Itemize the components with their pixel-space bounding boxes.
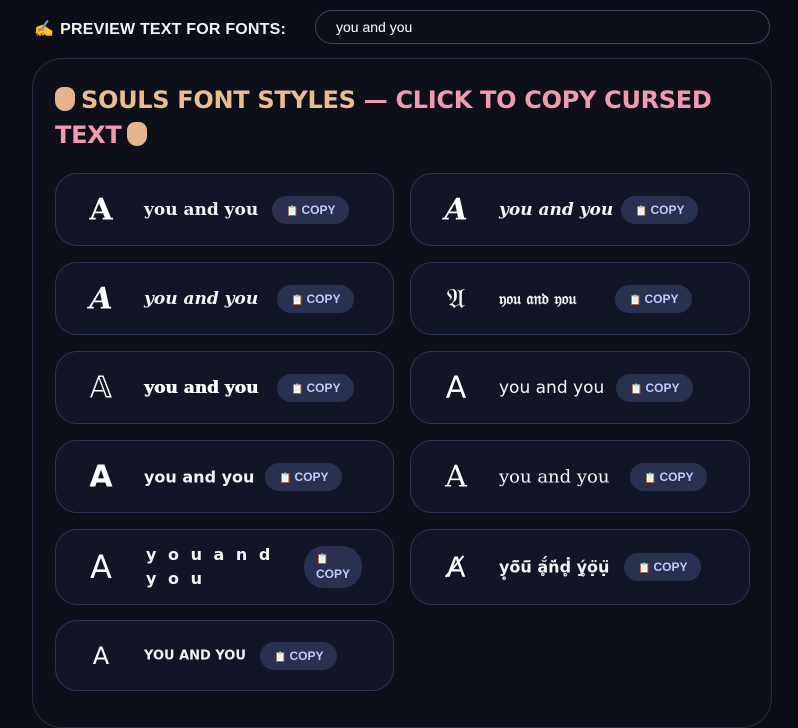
font-preview-glyph: A <box>445 370 467 405</box>
font-card-small-caps[interactable]: A YOU AND YOU 📋 COPY <box>55 620 394 691</box>
clipboard-icon: 📋 <box>630 383 643 395</box>
writing-hand-icon: ✍ <box>34 21 55 38</box>
clipboard-icon: 📋 <box>644 472 657 484</box>
copy-button[interactable]: 📋 COPY <box>621 195 699 224</box>
raised-hand-icon <box>127 122 148 146</box>
font-preview-glyph: A <box>444 192 468 227</box>
styled-text: you and you <box>499 377 605 398</box>
styled-text: you and you <box>499 199 614 220</box>
styled-text: YOU AND YOU <box>144 648 246 663</box>
clipboard-icon: 📋 <box>279 472 292 484</box>
font-card-fraktur[interactable]: 𝔄 𝔶𝔬𝔲 𝔞𝔫𝔡 𝔶𝔬𝔲 📋 COPY <box>410 262 750 335</box>
font-card-double-struck[interactable]: 𝔸 you and you 📋 COPY <box>55 351 394 424</box>
copy-button[interactable]: 📋 COPY <box>260 641 338 670</box>
font-card-italic-serif[interactable]: A you and you 📋 COPY <box>410 173 750 246</box>
preview-text-input[interactable] <box>315 10 770 44</box>
copy-button[interactable]: 📋 COPY <box>630 462 708 491</box>
font-card-bold-sans[interactable]: A you and you 📋 COPY <box>55 440 394 513</box>
copy-button[interactable]: 📋 COPY <box>624 553 702 581</box>
panel-heading: SOULS FONT STYLES — CLICK TO COPY CURSED… <box>55 86 712 149</box>
copy-button[interactable]: 📋 COPY <box>277 373 355 402</box>
raised-hand-icon <box>55 87 75 111</box>
styled-text: y o u a n d y o u <box>146 545 274 588</box>
styled-text: you and you <box>144 288 259 309</box>
styled-text: you and you <box>499 466 610 487</box>
styled-text: y̥ö̈ü̈ ḁ̆́n̈́ḋ̥ ý̥ọ̈ụ̈ <box>499 557 610 577</box>
font-preview-glyph: A <box>92 641 110 670</box>
font-card-cursed[interactable]: A̸ y̥ö̈ü̈ ḁ̆́n̈́ḋ̥ ý̥ọ̈ụ̈ 📋 COPY <box>410 529 750 605</box>
clipboard-icon: 📋 <box>316 554 329 565</box>
copy-button[interactable]: 📋 COPY <box>265 462 343 491</box>
styled-text: you and you <box>144 199 259 220</box>
copy-button[interactable]: 📋 COPY <box>304 546 363 588</box>
font-preview-glyph: A̸ <box>446 550 466 584</box>
styled-text: you and you <box>144 467 255 486</box>
font-card-bold-italic-serif[interactable]: A you and you 📋 COPY <box>55 262 394 335</box>
font-card-sans[interactable]: A you and you 📋 COPY <box>410 351 750 424</box>
styled-text: 𝔶𝔬𝔲 𝔞𝔫𝔡 𝔶𝔬𝔲 <box>499 288 577 308</box>
font-preview-glyph: A <box>89 459 113 494</box>
copy-button[interactable]: 📋 COPY <box>615 284 693 313</box>
clipboard-icon: 📋 <box>286 205 299 217</box>
font-card-spaced[interactable]: A y o u a n d y o u 📋 COPY <box>55 529 394 605</box>
font-card-serif[interactable]: A you and you 📋 COPY <box>410 440 750 513</box>
font-preview-glyph: A <box>89 281 113 316</box>
styled-text: you and you <box>144 377 259 398</box>
clipboard-icon: 📋 <box>629 294 642 306</box>
clipboard-icon: 📋 <box>635 205 648 217</box>
font-styles-panel: SOULS FONT STYLES — CLICK TO COPY CURSED… <box>32 58 772 728</box>
font-preview-glyph: 𝔄 <box>446 281 466 315</box>
font-preview-glyph: A <box>445 459 467 494</box>
clipboard-icon: 📋 <box>291 294 304 306</box>
preview-label: ✍ PREVIEW TEXT FOR FONTS: <box>34 21 287 38</box>
preview-bar: ✍ PREVIEW TEXT FOR FONTS: <box>34 10 774 46</box>
clipboard-icon: 📋 <box>638 563 651 574</box>
clipboard-icon: 📋 <box>291 383 304 395</box>
clipboard-icon: 📋 <box>274 651 287 663</box>
copy-button[interactable]: 📋 COPY <box>616 373 694 402</box>
font-card-bold-serif[interactable]: A you and you 📋 COPY <box>55 173 394 246</box>
font-preview-glyph: A <box>89 192 113 227</box>
font-preview-glyph: 𝔸 <box>89 370 113 405</box>
font-preview-glyph: A <box>90 548 112 586</box>
copy-button[interactable]: 📋 COPY <box>277 284 355 313</box>
copy-button[interactable]: 📋 COPY <box>272 195 350 224</box>
